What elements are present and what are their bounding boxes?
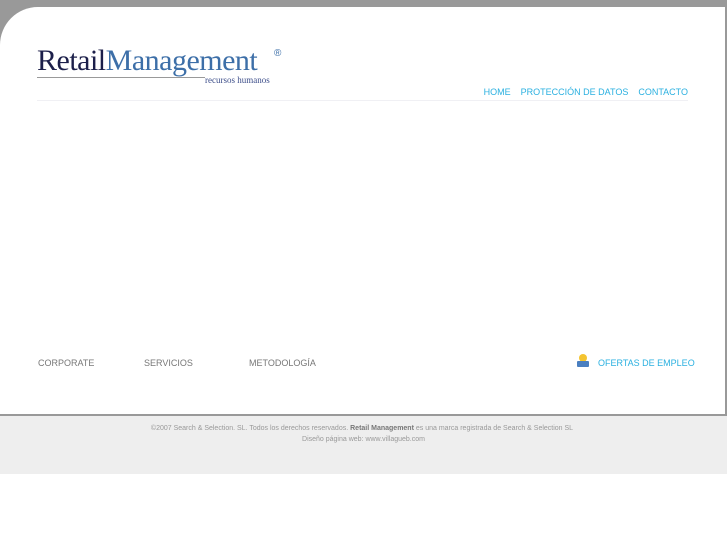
registered-mark: ® [274, 48, 282, 59]
top-nav: HOME PROTECCIÓN DE DATOS CONTACTO [484, 87, 688, 97]
logo[interactable]: RetailManagement ® recursos humanos [37, 44, 287, 86]
logo-subtitle: recursos humanos [205, 75, 270, 85]
logo-retail: Retail [37, 44, 106, 77]
nav-proteccion-datos[interactable]: PROTECCIÓN DE DATOS [521, 87, 629, 97]
nav-contacto[interactable]: CONTACTO [638, 87, 688, 97]
footer-trademark: es una marca registrada de Search & Sele… [415, 425, 574, 432]
footer-brand: Retail Management [350, 425, 414, 432]
job-offers-icon [576, 354, 590, 368]
nav-home[interactable]: HOME [484, 87, 511, 97]
nav-metodologia[interactable]: METODOLOGÍA [249, 358, 316, 368]
job-offers-label[interactable]: OFERTAS DE EMPLEO [598, 358, 695, 368]
nav-servicios[interactable]: SERVICIOS [144, 358, 193, 368]
footer-design-credit[interactable]: Diseño página web: www.villagueb.com [0, 436, 727, 443]
job-offers-link[interactable]: OFERTAS DE EMPLEO [576, 354, 695, 368]
logo-management: Management [105, 44, 258, 77]
logo-underline [37, 77, 205, 78]
header-divider [37, 100, 688, 101]
nav-corporate[interactable]: CORPORATE [38, 358, 94, 368]
footer: ©2007 Search & Selection. SL. Todos los … [0, 416, 727, 474]
footer-copyright: ©2007 Search & Selection. SL. Todos los … [150, 425, 349, 432]
